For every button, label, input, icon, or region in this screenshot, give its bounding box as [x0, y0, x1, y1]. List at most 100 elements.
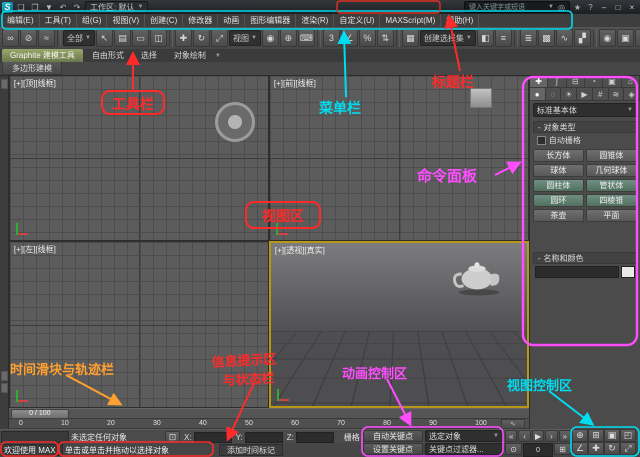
cone-button[interactable]: 圆锥体 [585, 149, 637, 162]
schematic-view-icon[interactable]: ▞ [573, 29, 591, 47]
menu-help[interactable]: 帮助(H) [441, 14, 480, 27]
redo-icon[interactable]: ↷ [71, 2, 83, 13]
infocenter-help-icon[interactable]: ? [585, 3, 596, 12]
geosphere-button[interactable]: 几何球体 [585, 164, 637, 177]
select-object-icon[interactable]: ↖ [95, 29, 113, 47]
open-file-icon[interactable]: ❐ [29, 2, 41, 13]
graphite-toggle-icon[interactable]: ▩ [537, 29, 555, 47]
tab-modify[interactable]: ∫ [548, 75, 567, 87]
auto-key-button[interactable]: 自动关键点 [363, 430, 423, 442]
align-icon[interactable]: ≡ [494, 29, 512, 47]
menu-graph-editors[interactable]: 图形编辑器 [245, 14, 297, 27]
geometry-icon[interactable]: ● [529, 88, 546, 100]
sphere-button[interactable]: 球体 [532, 164, 584, 177]
dock-tool-icon[interactable] [1, 383, 8, 393]
zoom-extents-icon[interactable]: ▣ [604, 429, 620, 442]
z-coordinate-field[interactable] [295, 431, 334, 443]
go-to-end-button[interactable]: » [558, 430, 572, 442]
cylinder-button[interactable]: 圆柱体 [532, 179, 584, 192]
key-filters-button[interactable]: 关键点过滤器... [425, 443, 503, 455]
viewport-perspective[interactable]: [+][透视][真实] [268, 241, 529, 408]
tube-button[interactable]: 管状体 [585, 179, 637, 192]
tab-create[interactable]: ✚ [529, 75, 549, 87]
lights-icon[interactable]: ☀ [561, 88, 578, 100]
polygon-modeling-panel[interactable]: 多边形建模 [2, 62, 62, 75]
tab-freeform[interactable]: 自由形式 [84, 49, 132, 62]
set-key-button[interactable]: 设置关键点 [363, 443, 423, 455]
menu-create[interactable]: 创建(C) [145, 14, 184, 27]
select-and-move-icon[interactable]: ✚ [174, 29, 192, 47]
orbit-icon[interactable]: ↻ [604, 442, 620, 455]
time-slider[interactable]: 0 / 100 [8, 408, 529, 419]
object-name-field[interactable] [534, 266, 619, 278]
new-scene-icon[interactable]: ❏ [15, 2, 27, 13]
tab-display[interactable]: ▣ [603, 75, 622, 87]
undo-icon[interactable]: ↶ [57, 2, 69, 13]
torus-button[interactable]: 圆环 [532, 194, 584, 207]
object-color-swatch[interactable] [621, 266, 635, 278]
dock-tool-icon[interactable] [1, 371, 8, 381]
save-file-icon[interactable]: ▼ [43, 2, 55, 13]
viewport-top-label[interactable]: [+][顶][线框] [14, 78, 56, 89]
reference-coordinate-dropdown[interactable]: 视图 ▼ [228, 30, 261, 46]
unlink-selection-icon[interactable]: ⊘ [20, 29, 37, 47]
tab-graphite-modeling-tools[interactable]: Graphite 建模工具 [2, 49, 83, 62]
name-color-rollout[interactable]: - 名称和颜色 [532, 252, 637, 264]
helpers-icon[interactable]: # [592, 88, 609, 100]
window-minimize-button[interactable]: – [598, 2, 610, 12]
select-and-rotate-icon[interactable]: ↻ [192, 29, 210, 47]
maximize-viewport-icon[interactable]: ⤢ [620, 442, 636, 455]
tab-motion[interactable]: ◔ [584, 75, 604, 87]
layer-manager-icon[interactable]: ≣ [519, 29, 537, 47]
cameras-icon[interactable]: ▶ [577, 88, 593, 100]
3ds-max-logo[interactable]: S [2, 1, 13, 13]
field-of-view-icon[interactable]: ∠ [572, 442, 588, 455]
select-and-link-icon[interactable]: ∞ [2, 29, 19, 47]
pyramid-button[interactable]: 四棱锥 [585, 194, 637, 207]
lock-selection-icon[interactable]: ⊡ [165, 430, 180, 444]
render-setup-icon[interactable]: ▣ [616, 29, 634, 47]
zoom-icon[interactable]: ⊕ [572, 429, 588, 442]
mini-curve-editor-icon[interactable]: ∿ [500, 418, 525, 429]
menu-tools[interactable]: 工具(T) [40, 14, 77, 27]
current-frame-field[interactable] [523, 443, 553, 457]
tab-selection[interactable]: 选择 [133, 49, 165, 62]
select-and-scale-icon[interactable]: ⤢ [210, 29, 228, 47]
select-by-name-icon[interactable]: ▤ [113, 29, 131, 47]
bind-to-space-warp-icon[interactable]: ≈ [38, 29, 55, 47]
play-button[interactable]: ▶ [531, 430, 545, 442]
menu-animation[interactable]: 动画 [218, 14, 246, 27]
go-to-start-button[interactable]: « [505, 430, 518, 442]
selection-filter-dropdown[interactable]: 全部 ▼ [63, 30, 95, 46]
menu-customize[interactable]: 自定义(U) [334, 14, 381, 27]
maxscript-mini-listener[interactable] [1, 431, 69, 443]
plane-button[interactable]: 平面 [585, 209, 637, 222]
search-icon[interactable]: ◎ [556, 3, 567, 12]
time-configuration-button[interactable]: ⊞ [554, 443, 571, 455]
rendered-frame-window-icon[interactable]: ▢ [634, 29, 640, 47]
key-mode-toggle[interactable]: ⊙ [505, 443, 522, 455]
selection-set-dropdown[interactable]: 选定对象 ▼ [425, 430, 503, 442]
search-scope-chevron-icon[interactable]: ▼ [548, 4, 554, 10]
menu-edit[interactable]: 编辑(E) [2, 14, 40, 27]
zoom-extents-all-icon[interactable]: ◰ [620, 429, 636, 442]
add-time-tag-button[interactable]: 添加时间标记 [219, 444, 283, 456]
viewport-front-label[interactable]: [+][前][线框] [274, 78, 316, 89]
rectangular-selection-region-icon[interactable]: ▭ [131, 29, 149, 47]
snaps-toggle-icon[interactable]: 3 [322, 29, 340, 47]
percent-snap-icon[interactable]: % [358, 29, 376, 47]
keyboard-shortcut-override-icon[interactable]: ⌨ [297, 29, 315, 47]
select-and-manipulate-icon[interactable]: ⊕ [279, 29, 297, 47]
y-coordinate-field[interactable] [244, 431, 283, 443]
use-pivot-point-center-icon[interactable]: ◉ [261, 29, 279, 47]
tab-utilities[interactable]: ⌂ [621, 75, 640, 87]
tab-object-paint[interactable]: 对象绘制 [166, 49, 214, 62]
spinner-snap-icon[interactable]: ⇅ [376, 29, 394, 47]
window-close-button[interactable]: × [626, 2, 638, 12]
material-editor-icon[interactable]: ◉ [598, 29, 616, 47]
primitive-category-dropdown[interactable]: 标准基本体 ▼ [532, 103, 637, 117]
pan-icon[interactable]: ✚ [588, 442, 604, 455]
workspace-dropdown[interactable]: 工作区: 默认 ▼ [85, 0, 149, 14]
time-slider-handle[interactable]: 0 / 100 [10, 408, 69, 419]
track-bar[interactable]: 0 10 20 30 40 50 60 70 80 90 100 ∿ [8, 418, 529, 429]
